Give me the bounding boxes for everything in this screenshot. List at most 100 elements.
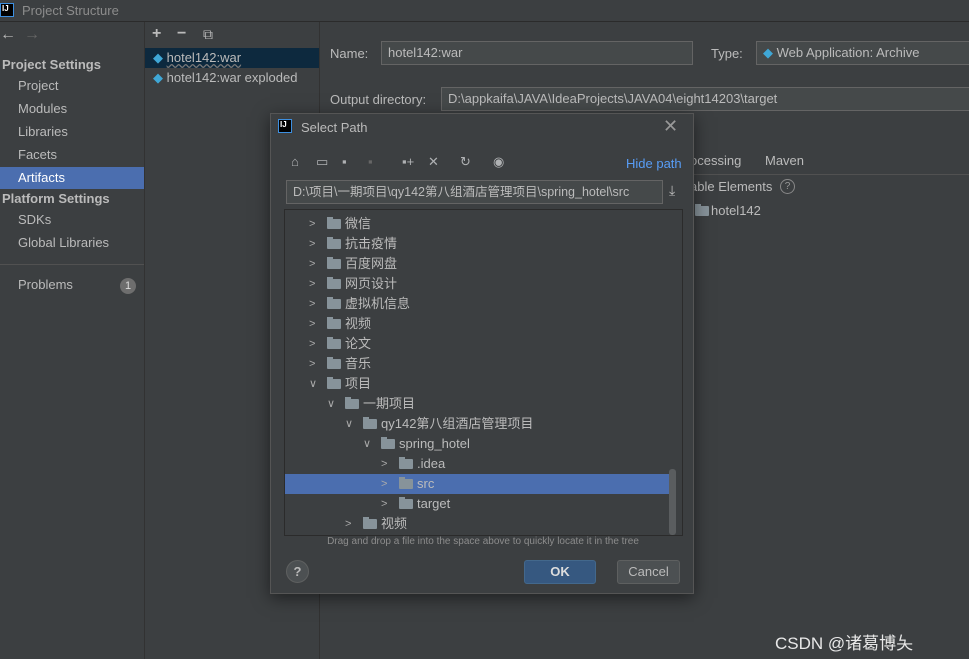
chevron-down-icon[interactable]: ∨	[327, 394, 335, 414]
chevron-right-icon[interactable]: >	[309, 214, 315, 234]
name-input[interactable]: hotel142:war	[381, 41, 693, 65]
tree-row-label: 虚拟机信息	[345, 296, 411, 311]
home-icon[interactable]: ⌂	[291, 154, 299, 169]
tree-row[interactable]: > 百度网盘	[285, 254, 670, 274]
refresh-icon[interactable]: ↻	[460, 154, 471, 170]
forward-arrow-icon[interactable]: →	[24, 26, 40, 44]
tree-row-label: 视频	[381, 516, 408, 531]
module-tree-item[interactable]: hotel142	[711, 203, 761, 218]
sidebar-item-modules[interactable]: Modules	[0, 98, 144, 120]
cancel-button[interactable]: Cancel	[617, 560, 680, 584]
chevron-right-icon[interactable]: >	[309, 334, 315, 354]
tree-row-label: 抗击疫情	[345, 236, 398, 251]
artifact-war-icon: ◆	[153, 50, 163, 65]
chevron-down-icon[interactable]: ∨	[363, 434, 371, 454]
artifact-item[interactable]: ◆ hotel142:war exploded	[145, 68, 319, 88]
folder-icon	[327, 357, 341, 369]
tree-row[interactable]: > 视频	[285, 514, 670, 534]
tree-row-label: 项目	[345, 376, 372, 391]
add-icon[interactable]: +	[152, 25, 161, 43]
chevron-right-icon[interactable]: >	[309, 234, 315, 254]
chevron-right-icon[interactable]: >	[309, 314, 315, 334]
section-platform-settings: Platform Settings	[2, 191, 110, 206]
tree-row[interactable]: > src	[285, 474, 670, 494]
help-button[interactable]: ?	[286, 560, 309, 583]
tree-row[interactable]: ∨ 一期项目	[285, 394, 670, 414]
close-icon[interactable]: ✕	[663, 116, 678, 137]
sidebar-item-global-libraries[interactable]: Global Libraries	[0, 232, 144, 254]
tree-row[interactable]: > 论文	[285, 334, 670, 354]
sidebar-item-sdks[interactable]: SDKs	[0, 209, 144, 231]
download-icon[interactable]: ⤓	[669, 182, 675, 199]
artifact-item[interactable]: ◆ hotel142:war	[145, 48, 319, 68]
project-folder-icon[interactable]: ▪	[342, 154, 347, 169]
drag-drop-hint: Drag and drop a file into the space abov…	[327, 536, 639, 547]
intellij-logo-icon: IJ	[278, 119, 292, 133]
available-elements-label: able Elements	[690, 179, 773, 194]
type-select[interactable]: ◆ Web Application: Archive	[756, 41, 969, 65]
copy-icon[interactable]: ⧉	[203, 26, 213, 43]
tree-row-label: .idea	[417, 456, 446, 471]
select-path-dialog: IJ Select Path ✕ ⌂ ▭ ▪ ▪ ▪+ ✕ ↻ ◉ Hide p…	[270, 113, 694, 594]
sidebar-item-project[interactable]: Project	[0, 75, 144, 97]
remove-icon[interactable]: −	[177, 25, 186, 43]
tree-row[interactable]: ∨ 项目	[285, 374, 670, 394]
tree-row-label: src	[417, 476, 435, 491]
folder-icon	[327, 337, 341, 349]
chevron-right-icon[interactable]: >	[309, 274, 315, 294]
tree-scrollbar[interactable]	[669, 469, 676, 535]
path-input[interactable]: D:\项目\一期项目\qy142第八组酒店管理项目\spring_hotel\s…	[286, 180, 663, 204]
tree-row[interactable]: > 抗击疫情	[285, 234, 670, 254]
output-directory-input[interactable]: D:\appkaifa\JAVA\IdeaProjects\JAVA04\eig…	[441, 87, 969, 111]
tree-row[interactable]: > 音乐	[285, 354, 670, 374]
module-folder-icon[interactable]: ▪	[368, 154, 373, 169]
window-title: Project Structure	[22, 3, 119, 18]
sidebar-item-libraries[interactable]: Libraries	[0, 121, 144, 143]
tab-preprocessing[interactable]: ocessing	[690, 153, 741, 168]
back-arrow-icon[interactable]: ←	[0, 26, 16, 44]
ok-button[interactable]: OK	[524, 560, 596, 584]
tree-row-label: 微信	[345, 216, 372, 231]
intellij-logo-icon: IJ	[0, 3, 14, 17]
folder-icon	[363, 417, 377, 429]
tree-row[interactable]: > 视频	[285, 314, 670, 334]
tree-row[interactable]: > 虚拟机信息	[285, 294, 670, 314]
tree-row-label: 百度网盘	[345, 256, 398, 271]
sidebar-item-facets[interactable]: Facets	[0, 144, 144, 166]
new-folder-icon[interactable]: ▪+	[402, 154, 414, 169]
tree-row[interactable]: ∨ qy142第八组酒店管理项目	[285, 414, 670, 434]
folder-icon	[381, 437, 395, 449]
hide-path-link[interactable]: Hide path	[626, 156, 682, 171]
sidebar-item-problems[interactable]: Problems 1	[0, 274, 144, 296]
section-project-settings: Project Settings	[2, 57, 101, 72]
chevron-right-icon[interactable]: >	[381, 474, 387, 494]
show-hidden-icon[interactable]: ◉	[493, 154, 504, 170]
chevron-down-icon[interactable]: ∨	[345, 414, 353, 434]
folder-icon	[327, 237, 341, 249]
tree-row-label: 一期项目	[363, 396, 416, 411]
tabs-divider	[690, 174, 969, 175]
tree-row[interactable]: ∨ spring_hotel	[285, 434, 670, 454]
folder-icon	[363, 517, 377, 529]
tree-row[interactable]: > target	[285, 494, 670, 514]
chevron-right-icon[interactable]: >	[309, 354, 315, 374]
tree-row[interactable]: > .idea	[285, 454, 670, 474]
chevron-down-icon[interactable]: ∨	[309, 374, 317, 394]
chevron-right-icon[interactable]: >	[381, 454, 387, 474]
tree-row[interactable]: > 微信	[285, 214, 670, 234]
help-icon[interactable]: ?	[780, 179, 795, 194]
chevron-right-icon[interactable]: >	[345, 514, 351, 534]
chevron-right-icon[interactable]: >	[381, 494, 387, 514]
tree-row-label: 网页设计	[345, 276, 398, 291]
problems-count-badge: 1	[120, 278, 136, 294]
chevron-right-icon[interactable]: >	[309, 254, 315, 274]
tab-maven[interactable]: Maven	[765, 153, 804, 168]
delete-icon[interactable]: ✕	[428, 154, 439, 170]
chevron-right-icon[interactable]: >	[309, 294, 315, 314]
folder-icon	[327, 377, 341, 389]
desktop-icon[interactable]: ▭	[316, 154, 328, 170]
file-tree[interactable]: > 微信 > 抗击疫情 > 百度网盘 > 网页设计 > 虚拟机信息 > 视频 > 论文 > 音乐 ∨ 项目 ∨ 一期项…	[284, 209, 683, 536]
sidebar-item-artifacts[interactable]: Artifacts	[0, 167, 144, 189]
folder-icon	[399, 497, 413, 509]
tree-row[interactable]: > 网页设计	[285, 274, 670, 294]
